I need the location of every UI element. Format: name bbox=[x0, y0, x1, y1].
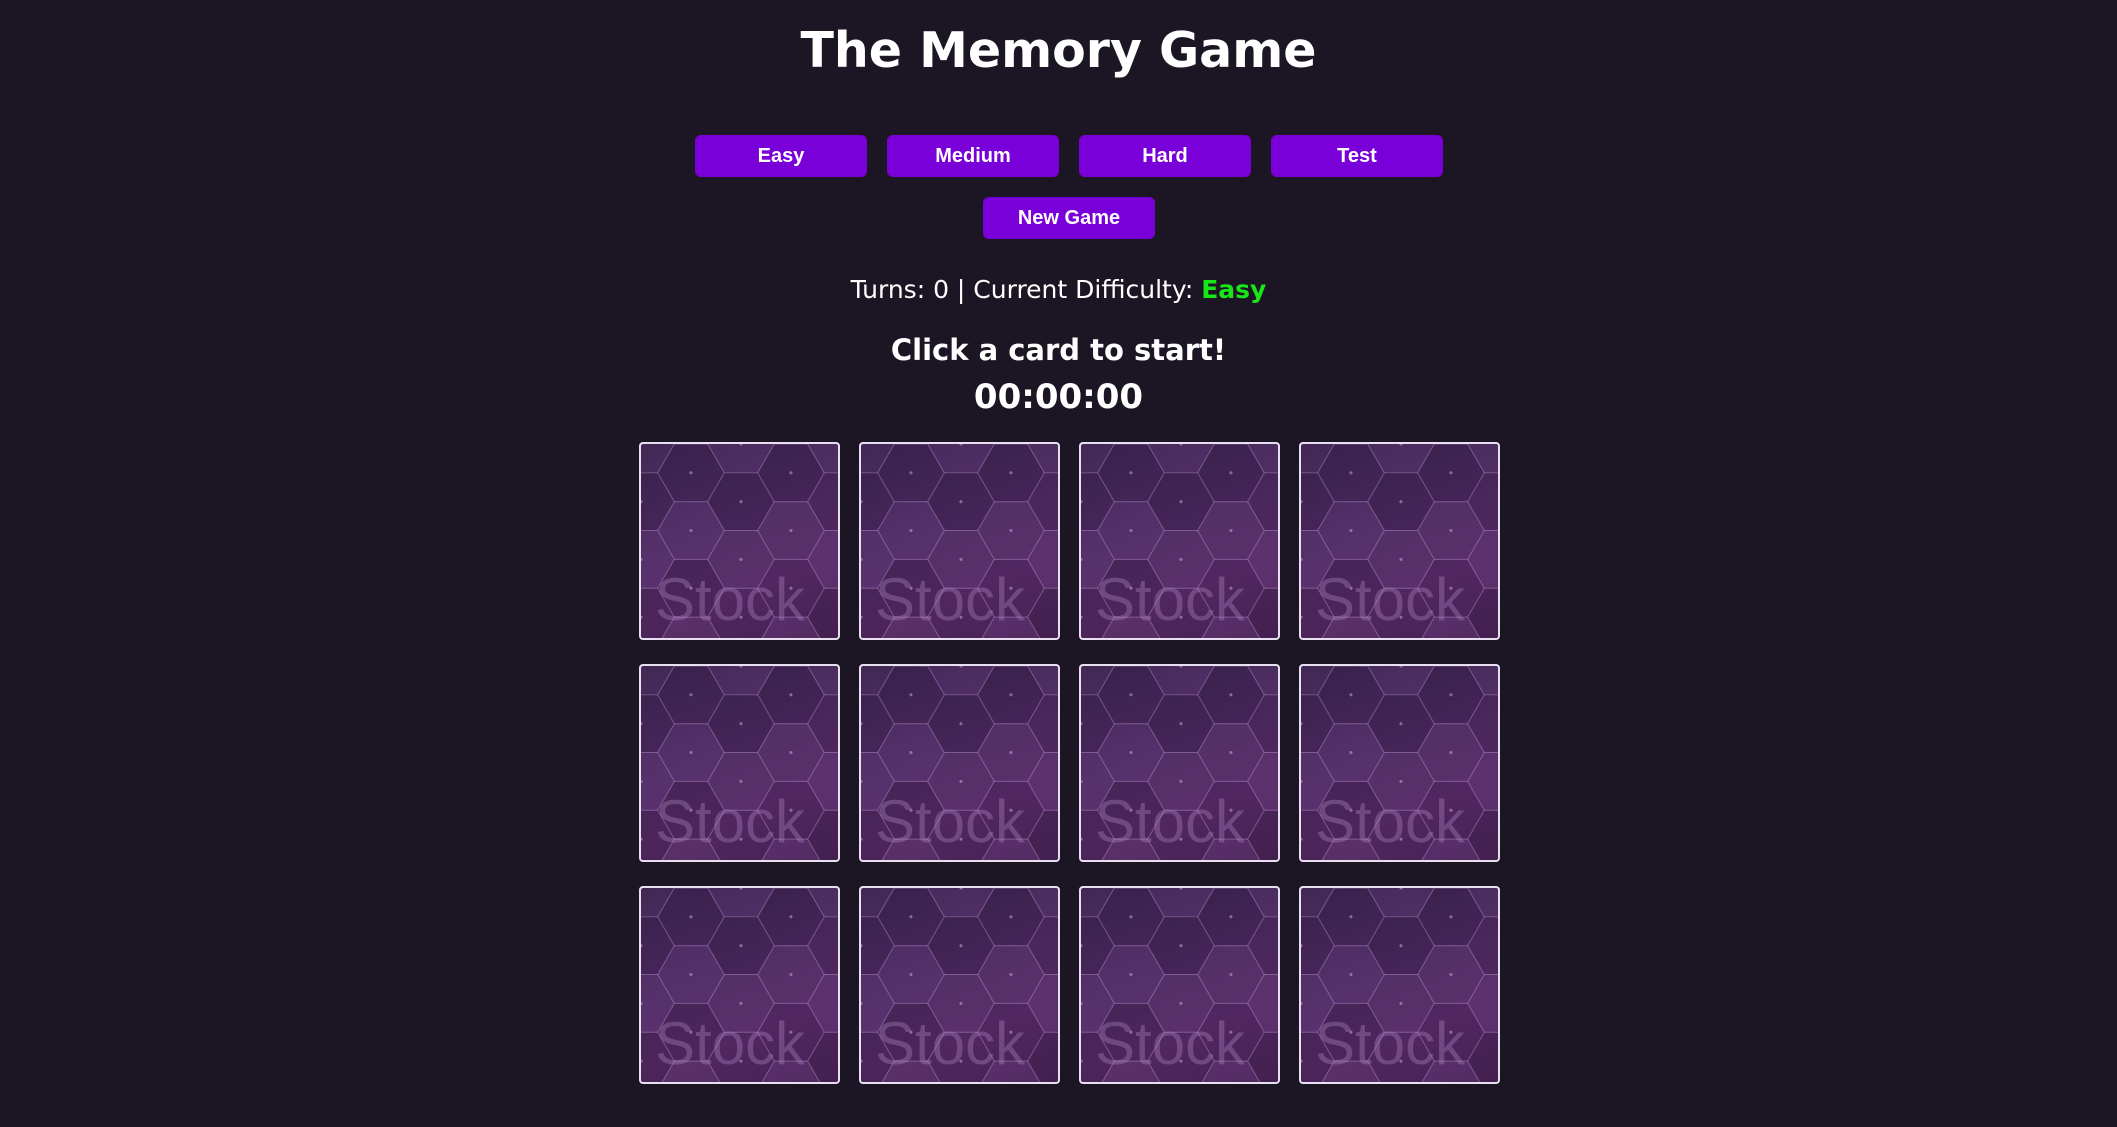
memory-card[interactable]: Stock bbox=[859, 442, 1060, 640]
card-watermark: Stock bbox=[655, 788, 806, 855]
memory-card[interactable]: Stock bbox=[1079, 442, 1280, 640]
new-game-button[interactable]: New Game bbox=[983, 197, 1155, 239]
card-watermark: Stock bbox=[1315, 1010, 1466, 1077]
card-watermark: Stock bbox=[875, 1010, 1026, 1077]
memory-card[interactable]: Stock bbox=[639, 442, 840, 640]
memory-card[interactable]: Stock bbox=[1299, 886, 1500, 1084]
memory-card[interactable]: Stock bbox=[1079, 886, 1280, 1084]
medium-button[interactable]: Medium bbox=[887, 135, 1059, 177]
test-button[interactable]: Test bbox=[1271, 135, 1443, 177]
card-watermark: Stock bbox=[1095, 788, 1246, 855]
easy-button[interactable]: Easy bbox=[695, 135, 867, 177]
memory-card[interactable]: Stock bbox=[639, 886, 840, 1084]
memory-game-page: The Memory Game Easy Medium Hard Test Ne… bbox=[0, 0, 2117, 1127]
card-watermark: Stock bbox=[875, 788, 1026, 855]
start-prompt: Click a card to start! bbox=[890, 333, 1227, 367]
memory-card[interactable]: Stock bbox=[1079, 664, 1280, 862]
turns-count: 0 bbox=[933, 275, 949, 304]
current-difficulty: Easy bbox=[1201, 275, 1267, 304]
card-watermark: Stock bbox=[655, 566, 806, 633]
turns-prefix: Turns: bbox=[850, 275, 934, 304]
card-watermark: Stock bbox=[655, 1010, 806, 1077]
game-status: Turns: 0 | Current Difficulty: Easy bbox=[0, 275, 2117, 304]
memory-card[interactable]: Stock bbox=[859, 886, 1060, 1084]
game-timer: 00:00:00 bbox=[973, 377, 1144, 417]
card-grid: Stock Stock Stock Stock Stock Stock Stock Stock… bbox=[639, 442, 1503, 1084]
hard-button[interactable]: Hard bbox=[1079, 135, 1251, 177]
card-watermark: Stock bbox=[1315, 788, 1466, 855]
memory-card[interactable]: Stock bbox=[1299, 664, 1500, 862]
card-watermark: Stock bbox=[1315, 566, 1466, 633]
card-watermark: Stock bbox=[1095, 1010, 1246, 1077]
page-title: The Memory Game bbox=[800, 22, 1317, 79]
card-watermark: Stock bbox=[1095, 566, 1246, 633]
memory-card[interactable]: Stock bbox=[639, 664, 840, 862]
memory-card[interactable]: Stock bbox=[859, 664, 1060, 862]
card-watermark: Stock bbox=[875, 566, 1026, 633]
memory-card[interactable]: Stock bbox=[1299, 442, 1500, 640]
difficulty-prefix: | Current Difficulty: bbox=[948, 275, 1202, 304]
